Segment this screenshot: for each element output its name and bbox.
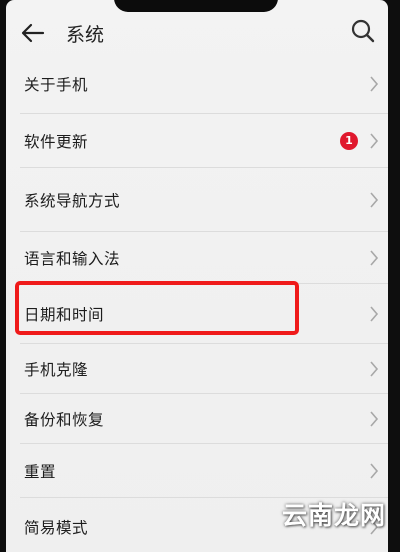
back-arrow-icon[interactable] (18, 18, 48, 48)
list-item-phone-clone[interactable]: 手机克隆 (6, 344, 388, 394)
list-item-label: 关于手机 (24, 76, 89, 94)
highlight-box (15, 281, 299, 335)
list-item-about-phone[interactable]: 关于手机 (6, 54, 388, 114)
watermark-text: 云南龙网 (281, 501, 386, 530)
chevron-right-icon (370, 361, 379, 377)
chevron-right-icon (370, 192, 379, 208)
list-item-label: 软件更新 (24, 133, 89, 151)
notification-badge: 1 (340, 132, 358, 150)
list-item-reset[interactable]: 重置 (6, 444, 388, 498)
chevron-right-icon (370, 306, 379, 322)
list-item-label: 备份和恢复 (24, 411, 105, 429)
list-item-label: 简易模式 (24, 519, 89, 537)
settings-screen: 系统 关于手机 软件更新 1 系统导航方式 语言和输入法 日期和时间 手机克隆 … (6, 0, 388, 552)
chevron-right-icon (370, 463, 379, 479)
list-item-label: 手机克隆 (24, 361, 89, 379)
list-item-navigation-mode[interactable]: 系统导航方式 (6, 168, 388, 232)
chevron-right-icon (370, 76, 379, 92)
list-item-software-update[interactable]: 软件更新 1 (6, 114, 388, 168)
list-item-label: 系统导航方式 (24, 192, 121, 210)
list-item-label: 语言和输入法 (24, 250, 121, 268)
chevron-right-icon (370, 250, 379, 266)
chevron-right-icon (370, 411, 379, 427)
list-item-label: 重置 (24, 463, 57, 481)
search-icon[interactable] (348, 16, 378, 46)
list-item-language-input[interactable]: 语言和输入法 (6, 232, 388, 284)
chevron-right-icon (370, 133, 379, 149)
list-item-backup-restore[interactable]: 备份和恢复 (6, 394, 388, 444)
page-title: 系统 (66, 24, 105, 46)
